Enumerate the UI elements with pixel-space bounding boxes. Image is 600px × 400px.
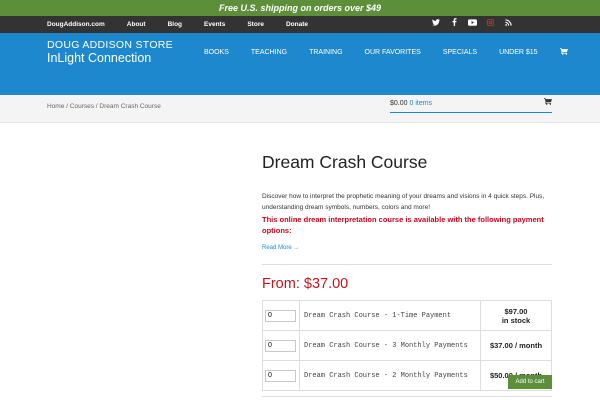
util-link-about[interactable]: About <box>127 21 146 28</box>
util-link-events[interactable]: Events <box>204 21 225 28</box>
util-link-store[interactable]: Store <box>247 21 264 28</box>
instagram-icon[interactable] <box>486 16 494 33</box>
brand-tagline: InLight Connection <box>47 51 152 65</box>
breadcrumb-current: Dream Crash Course <box>99 103 161 110</box>
product-title: Dream Crash Course <box>262 152 428 172</box>
site-logo[interactable]: DOUG ADDISON STORE InLight Connection <box>47 40 173 65</box>
breadcrumb-home[interactable]: Home <box>47 103 64 110</box>
mini-cart-items: 0 items <box>409 100 433 107</box>
quantity-input[interactable] <box>265 309 296 322</box>
option-price: $97.00 <box>504 306 528 316</box>
shopping-cart-icon[interactable] <box>559 48 568 57</box>
nav-books[interactable]: BOOKS <box>204 49 229 56</box>
nav-specials[interactable]: SPECIALS <box>443 49 477 56</box>
option-name: Dream Crash Course - 3 Monthly Payments <box>299 330 481 361</box>
shopping-bag-icon[interactable] <box>544 98 552 107</box>
facebook-icon[interactable] <box>450 16 458 33</box>
qty-cell <box>262 300 300 331</box>
mini-cart[interactable]: $0.00 0 items <box>390 98 552 113</box>
option-price-cell: $97.00 in stock <box>480 300 552 331</box>
breadcrumb: Home / Courses / Dream Crash Course <box>47 103 161 110</box>
read-more-link[interactable]: Read More → <box>262 245 299 251</box>
option-price: $37.00 / month <box>480 330 552 361</box>
divider <box>262 396 552 397</box>
util-link-blog[interactable]: Blog <box>168 21 182 28</box>
mini-cart-amount: $0.00 <box>390 100 408 107</box>
util-link-donate[interactable]: Donate <box>286 21 308 28</box>
product-price: From: $37.00 <box>262 276 349 292</box>
breadcrumb-bar: Home / Courses / Dream Crash Course $0.0… <box>0 95 600 123</box>
brand-store-name: DOUG ADDISON STORE <box>47 39 173 51</box>
utility-nav: DougAddison.com About Blog Events Store … <box>0 16 600 33</box>
site-header: DOUG ADDISON STORE InLight Connection BO… <box>0 33 600 95</box>
add-to-cart-button[interactable]: Add to cart <box>508 375 552 389</box>
qty-cell <box>262 360 300 391</box>
divider <box>262 264 552 265</box>
quantity-input[interactable] <box>265 369 296 382</box>
product-description: Discover how to interpret the prophetic … <box>262 193 545 211</box>
main-nav: BOOKS TEACHING TRAINING OUR FAVORITES SP… <box>204 48 568 57</box>
breadcrumb-courses[interactable]: Courses <box>70 103 94 110</box>
nav-teaching[interactable]: TEACHING <box>251 49 287 56</box>
qty-cell <box>262 330 300 361</box>
social-links <box>432 16 512 33</box>
product-payment-note: This online dream interpretation course … <box>262 215 544 235</box>
table-row: Dream Crash Course - 1-Time Payment $97.… <box>262 300 552 331</box>
youtube-icon[interactable] <box>468 16 477 33</box>
util-link-dougaddison[interactable]: DougAddison.com <box>47 21 105 28</box>
table-row: Dream Crash Course - 3 Monthly Payments … <box>262 330 552 361</box>
stock-status: in stock <box>501 315 531 325</box>
promo-banner: Free U.S. shipping on orders over $49 <box>0 0 600 16</box>
nav-training[interactable]: TRAINING <box>309 49 342 56</box>
rss-icon[interactable] <box>504 16 512 33</box>
twitter-icon[interactable] <box>432 16 440 33</box>
product-summary: Dream Crash Course Discover how to inter… <box>262 152 552 391</box>
quantity-input[interactable] <box>265 339 296 352</box>
option-name: Dream Crash Course - 2 Monthly Payments <box>299 360 481 391</box>
option-name: Dream Crash Course - 1-Time Payment <box>299 300 481 331</box>
nav-our-favorites[interactable]: OUR FAVORITES <box>365 49 421 56</box>
nav-under-15[interactable]: UNDER $15 <box>499 49 538 56</box>
